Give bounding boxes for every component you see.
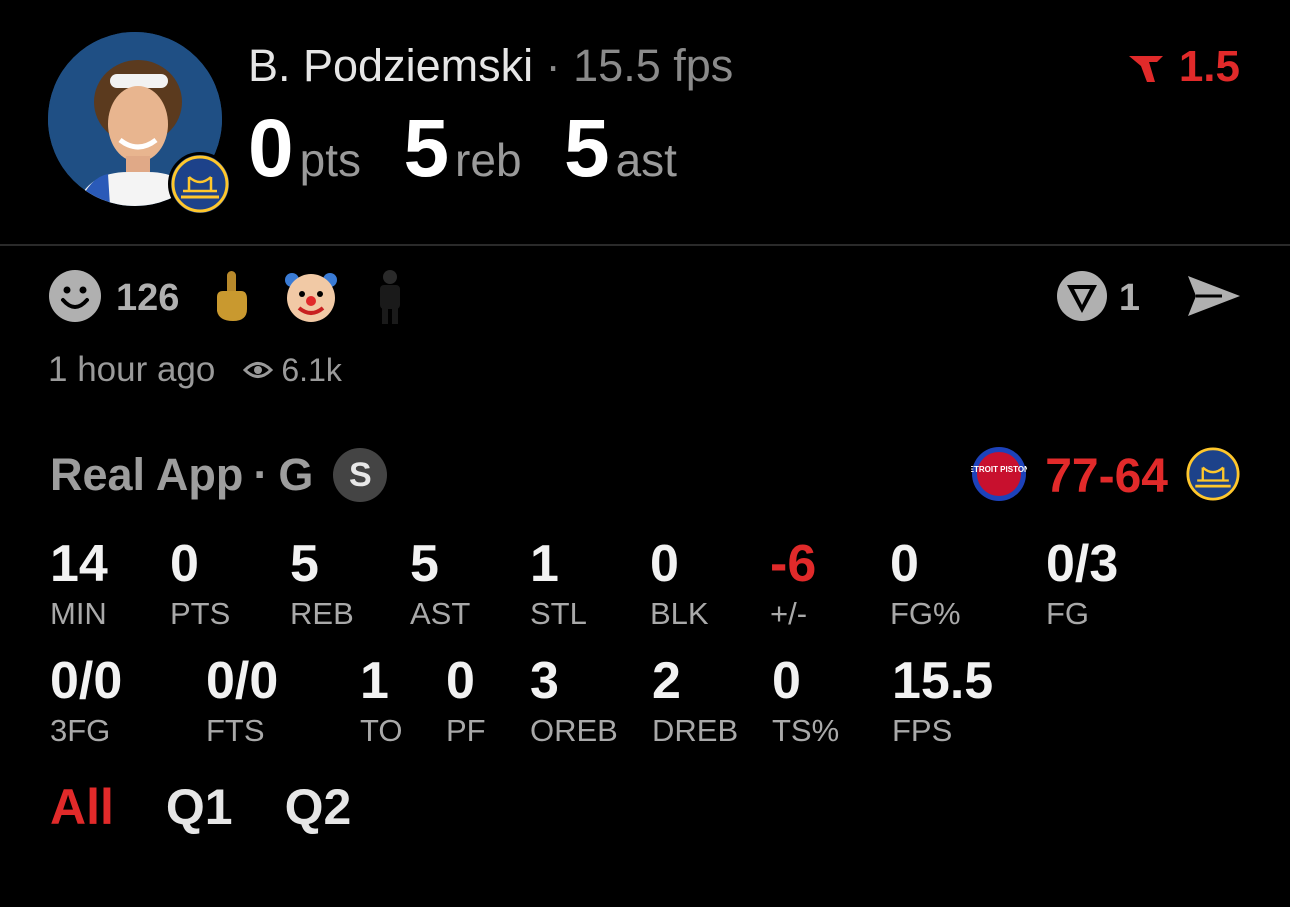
stat-value: 0: [650, 535, 679, 593]
status-badge[interactable]: S: [333, 448, 388, 502]
stat-label: TS%: [772, 713, 840, 748]
stat-reb: 5 REB: [290, 538, 354, 632]
pts-value: 0: [248, 103, 294, 194]
stat-label: OREB: [530, 713, 618, 748]
stat-value: 1: [360, 652, 389, 710]
stat-label: FG%: [890, 596, 961, 631]
app-title: Real App: [50, 449, 244, 500]
clown-face-icon[interactable]: [283, 268, 339, 329]
stat-blk: 0 BLK: [650, 538, 709, 632]
stat-ast: 5 AST: [410, 538, 470, 632]
post-meta: 1 hour ago 6.1k: [48, 350, 342, 390]
stat-3fg: 0/0 3FG: [50, 655, 122, 749]
stat-label: FG: [1046, 596, 1090, 631]
boost-arrow-icon: [1127, 42, 1179, 91]
player-name-line: B. Podziemski · 15.5 fps: [248, 40, 733, 92]
stat-value: 0/0: [206, 652, 279, 710]
stat-value: 15.5: [892, 652, 994, 710]
stat-label: AST: [410, 596, 471, 631]
stat-value: 1: [530, 535, 559, 593]
separator: ·: [545, 40, 561, 91]
game-score[interactable]: DETROIT PISTONS 77-64: [963, 446, 1240, 507]
stat-stl: 1 STL: [530, 538, 587, 632]
stat-value: 2: [652, 652, 681, 710]
stat-min: 14 MIN: [50, 538, 108, 632]
stat-value: 0/0: [50, 652, 123, 710]
stat-label: REB: [290, 596, 354, 631]
smile-reaction-icon[interactable]: [48, 269, 102, 328]
ast-label: ast: [615, 134, 677, 186]
stat-value: 0: [772, 652, 801, 710]
stat-label: FPS: [892, 713, 953, 748]
player-statline: 0 pts 5 reb 5 ast: [248, 102, 715, 196]
header-divider: [0, 244, 1290, 246]
stat-value: 0: [170, 535, 199, 593]
vote-icon[interactable]: [1055, 269, 1109, 328]
stat-label: +/-: [770, 596, 808, 631]
tab-all[interactable]: All: [50, 778, 114, 836]
stat-label: MIN: [50, 596, 107, 631]
tab-q1[interactable]: Q1: [166, 778, 233, 836]
stat-dreb: 2 DREB: [652, 655, 738, 749]
reb-label: reb: [455, 134, 522, 186]
stat-label: TO: [360, 713, 403, 748]
vote-count[interactable]: 1: [1119, 277, 1140, 320]
send-icon[interactable]: [1186, 272, 1242, 325]
stat-value: 0: [890, 535, 919, 593]
stat-pts: 0 PTS: [170, 538, 230, 632]
reactions-row: 126: [48, 268, 407, 329]
stat-value: 14: [50, 535, 108, 593]
stat-label: 3FG: [50, 713, 111, 748]
pistons-logo-text: DETROIT PISTONS: [971, 465, 1027, 474]
player-name[interactable]: B. Podziemski: [248, 40, 533, 91]
ast-value: 5: [563, 103, 610, 194]
stat-fts: 0/0 FTS: [206, 655, 278, 749]
stat-fg-pct: 0 FG%: [890, 538, 961, 632]
boost-value: 1.5: [1178, 42, 1240, 91]
pistons-logo-icon: DETROIT PISTONS: [963, 446, 1036, 507]
stat-to: 1 TO: [360, 655, 403, 749]
home-score: 77: [1045, 450, 1099, 503]
period-tabs: All Q1 Q2: [50, 778, 403, 836]
stat-label: DREB: [652, 713, 739, 748]
boost-indicator[interactable]: 1.5: [1127, 42, 1240, 92]
stat-fg: 0/3 FG: [1046, 538, 1118, 632]
stat-label: PF: [446, 713, 486, 748]
stat-value: 0: [446, 652, 475, 710]
player-fps: 15.5 fps: [573, 40, 734, 91]
tab-q2[interactable]: Q2: [285, 778, 352, 836]
stat-plus-minus: -6 +/-: [770, 538, 816, 632]
stat-value: 5: [290, 535, 319, 593]
warriors-logo-icon: [1186, 447, 1240, 506]
stat-value: 3: [530, 652, 559, 710]
away-score: 64: [1114, 450, 1168, 503]
game-info: Real App · G S: [50, 448, 388, 502]
stat-value: 0/3: [1046, 535, 1119, 593]
team-logo-icon: [168, 152, 232, 216]
stat-label: STL: [530, 596, 587, 631]
stat-value: 5: [410, 535, 439, 593]
pts-label: pts: [299, 134, 361, 186]
stat-pf: 0 PF: [446, 655, 486, 749]
score-text: 77-64: [1045, 449, 1168, 504]
score-dash: -: [1098, 450, 1115, 503]
separator: ·: [253, 449, 269, 500]
post-actions: 1: [1055, 270, 1242, 326]
person-figure-icon[interactable]: [373, 268, 407, 329]
reb-value: 5: [403, 103, 450, 194]
stat-oreb: 3 OREB: [530, 655, 618, 749]
eye-icon: [243, 359, 274, 381]
stat-ts-pct: 0 TS%: [772, 655, 839, 749]
reaction-count[interactable]: 126: [116, 277, 179, 320]
view-count: 6.1k: [281, 351, 342, 388]
stat-label: FTS: [206, 713, 265, 748]
middle-finger-icon[interactable]: [213, 269, 249, 328]
stat-value: -6: [770, 535, 817, 593]
post-time: 1 hour ago: [48, 350, 216, 389]
stat-fps: 15.5 FPS: [892, 655, 993, 749]
stat-label: PTS: [170, 596, 231, 631]
player-position: G: [278, 449, 314, 500]
stat-label: BLK: [650, 596, 709, 631]
